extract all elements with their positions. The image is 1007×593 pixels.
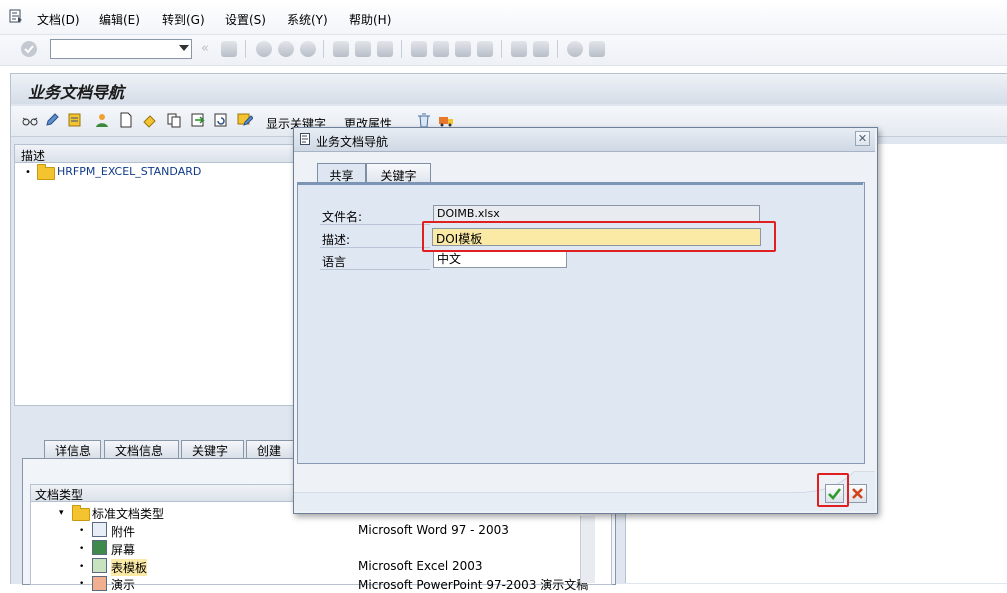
next-page-icon[interactable] — [455, 41, 471, 57]
edit-note-icon[interactable] — [237, 112, 253, 128]
menu-document[interactable]: 文档(D) — [37, 11, 80, 28]
grid-row-desc: Microsoft Excel 2003 — [358, 559, 483, 573]
tree-header — [15, 145, 304, 163]
pencil-edit-icon[interactable] — [44, 112, 60, 128]
cancel-button[interactable] — [848, 484, 867, 503]
app-menu-icon[interactable] — [9, 9, 23, 23]
grid-group-standard[interactable]: 标准文档类型 — [92, 505, 164, 522]
grid-row-label[interactable]: 附件 — [111, 523, 135, 540]
menu-edit[interactable]: 编辑(E) — [99, 11, 140, 28]
dialog-app-icon — [300, 133, 310, 145]
help-icon[interactable] — [567, 41, 583, 57]
grid-row-label[interactable]: 屏幕 — [111, 541, 135, 558]
folder-icon — [72, 505, 90, 521]
new-document-icon[interactable] — [118, 112, 134, 128]
copy-icon[interactable] — [166, 112, 182, 128]
first-page-icon[interactable] — [411, 41, 427, 57]
field-divider — [320, 224, 430, 225]
grid-row-desc: Microsoft Word 97 - 2003 — [358, 523, 509, 537]
shortcut-icon[interactable] — [533, 41, 549, 57]
screen-icon — [92, 540, 107, 555]
group-expander[interactable]: ▾ — [59, 508, 64, 518]
previous-page-icon[interactable] — [433, 41, 449, 57]
grid-row-label-selected[interactable]: 表模板 — [111, 559, 148, 576]
title-bar — [11, 74, 1007, 104]
toolbar-separator — [245, 40, 246, 58]
tab-detail-info[interactable]: 详信息 — [44, 440, 101, 458]
grid-row-label[interactable]: 演示 — [111, 576, 135, 593]
page-title: 业务文档导航 — [28, 83, 125, 102]
toolbar-separator — [557, 40, 558, 58]
find-icon[interactable] — [355, 41, 371, 57]
description-highlight — [422, 221, 776, 252]
dialog-title: 业务文档导航 — [316, 135, 389, 149]
grid-scrollbar[interactable] — [580, 516, 595, 583]
grid-row-desc: Microsoft PowerPoint 97-2003 演示文稿 — [358, 578, 589, 592]
tab-keywords[interactable]: 关键字 — [181, 440, 244, 458]
language-field[interactable]: 中文 — [433, 251, 567, 268]
glasses-display-icon[interactable] — [22, 112, 38, 128]
tree-panel — [14, 144, 306, 406]
list-bullet: • — [79, 544, 85, 554]
trash-icon[interactable] — [416, 112, 432, 128]
list-bullet: • — [79, 526, 85, 536]
enter-check-icon[interactable] — [20, 40, 38, 58]
menu-help[interactable]: 帮助(H) — [349, 11, 391, 28]
language-label: 语言 — [322, 255, 347, 269]
cross-icon — [852, 488, 863, 499]
cancel-icon[interactable] — [300, 41, 316, 57]
double-left-icon: « — [201, 41, 209, 56]
spreadsheet-icon — [92, 558, 107, 573]
panel-top-border — [298, 182, 863, 185]
last-page-icon[interactable] — [477, 41, 493, 57]
tab-create[interactable]: 创建 — [246, 440, 294, 458]
filename-label: 文件名: — [322, 210, 363, 224]
new-session-icon[interactable] — [511, 41, 527, 57]
print-icon[interactable] — [333, 41, 349, 57]
menu-goto[interactable]: 转到(G) — [162, 11, 205, 28]
tab-share[interactable]: 共享 — [317, 163, 366, 183]
presentation-icon — [92, 576, 107, 591]
field-divider — [320, 247, 430, 248]
attach-icon[interactable] — [142, 112, 158, 128]
field-divider — [320, 269, 430, 270]
refresh-icon[interactable] — [213, 112, 229, 128]
tab-document-info[interactable]: 文档信息 — [104, 440, 179, 458]
command-field[interactable] — [50, 39, 192, 59]
chevron-down-icon[interactable] — [179, 45, 189, 51]
save-icon[interactable] — [221, 41, 237, 57]
word-document-icon — [92, 522, 107, 537]
menu-settings[interactable]: 设置(S) — [225, 11, 266, 28]
users-icon[interactable] — [94, 112, 110, 128]
tree-node-root[interactable]: HRFPM_EXCEL_STANDARD — [57, 165, 201, 178]
list-bullet: • — [79, 579, 85, 589]
menu-system[interactable]: 系统(Y) — [287, 11, 328, 28]
folder-icon — [37, 164, 55, 180]
find-next-icon[interactable] — [377, 41, 393, 57]
grid-column-doc-type: 文档类型 — [35, 488, 84, 502]
tab-dialog-keywords[interactable]: 关键字 — [366, 163, 431, 183]
list-bullet: • — [79, 562, 85, 572]
export-icon[interactable] — [190, 112, 206, 128]
standard-toolbar: « — [0, 35, 1007, 66]
layout-menu-icon[interactable] — [589, 41, 605, 57]
document-link-icon[interactable] — [67, 112, 83, 128]
close-icon[interactable]: ✕ — [855, 131, 870, 146]
dialog-footer — [294, 471, 875, 511]
toolbar-separator — [501, 40, 502, 58]
confirm-highlight — [817, 473, 849, 507]
description-label: 描述: — [322, 233, 351, 247]
back-icon[interactable] — [256, 41, 272, 57]
tree-expander[interactable]: • — [25, 167, 31, 178]
menu-bar — [0, 0, 1007, 35]
exit-icon[interactable] — [278, 41, 294, 57]
toolbar-separator — [401, 40, 402, 58]
tree-column-description: 描述 — [21, 149, 46, 163]
toolbar-separator — [323, 40, 324, 58]
transport-truck-icon[interactable] — [438, 112, 454, 128]
filename-field: DOIMB.xlsx — [433, 205, 760, 222]
